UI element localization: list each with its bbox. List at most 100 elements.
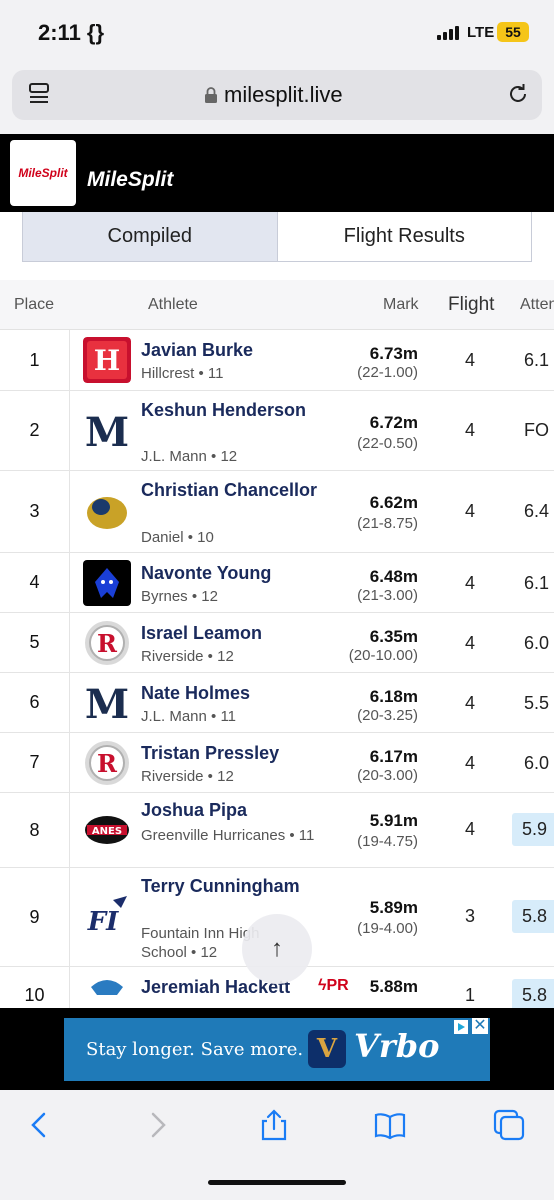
attempt-value: FO — [524, 420, 549, 440]
athlete-name[interactable]: Javian Burke — [141, 338, 341, 362]
athlete-school[interactable]: Hillcrest • 11 — [141, 364, 341, 383]
row-place: 8 — [0, 793, 70, 867]
home-indicator — [208, 1180, 346, 1185]
attempt-value: 6.1 — [524, 573, 550, 593]
table-row[interactable]: 2 M Keshun Henderson J.L. Mann • 12 6.72… — [0, 391, 554, 471]
table-row[interactable]: 5 R Israel Leamon Riverside • 12 6.35m (… — [0, 613, 554, 673]
header-mark[interactable]: Mark — [383, 296, 419, 314]
mark-meters: 6.17m — [369, 747, 418, 766]
athlete-name[interactable]: Nate Holmes — [141, 681, 341, 705]
adchoices-icon[interactable] — [454, 1020, 468, 1034]
athlete-school[interactable]: J.L. Mann • 11 — [141, 707, 341, 726]
header-attempt[interactable]: Atten — [520, 296, 554, 314]
svg-text:R: R — [97, 749, 118, 778]
athlete-name[interactable]: Terry Cunningham — [141, 874, 341, 898]
attempt-value: 6.0 — [524, 633, 550, 653]
battery-icon: 55 — [497, 22, 529, 42]
row-place: 5 — [0, 613, 70, 672]
athlete-school[interactable]: J.L. Mann • 12 — [141, 447, 341, 466]
mark-meters: 5.91m — [369, 811, 418, 830]
mark-meters: 6.35m — [369, 627, 418, 646]
results-content: Compiled Flight Results Place Athlete Ma… — [0, 212, 554, 1008]
table-row[interactable]: 3 Christian Chancellor Daniel • 10 6.62m… — [0, 471, 554, 553]
athlete-name[interactable]: Jeremiah Hackett — [141, 975, 341, 999]
athlete-school[interactable]: Riverside • 12 — [141, 767, 341, 786]
wildcats-logo — [83, 973, 131, 1008]
back-icon[interactable] — [22, 1108, 56, 1142]
jl-mann-logo: M — [83, 408, 131, 454]
vrbo-logo-icon: V — [308, 1030, 346, 1068]
mark-meters: 6.18m — [369, 687, 418, 706]
athlete-name[interactable]: Joshua Pipa — [141, 798, 341, 822]
reader-mode-icon[interactable] — [28, 82, 52, 108]
flight-number: 4 — [465, 420, 476, 440]
athlete-name[interactable]: Keshun Henderson — [141, 398, 341, 422]
attempt-value: 6.1 — [524, 350, 550, 370]
flight-number: 1 — [465, 985, 476, 1005]
flight-number: 4 — [465, 693, 476, 713]
tabs-icon[interactable] — [492, 1108, 526, 1142]
athlete-school[interactable]: Riverside • 12 — [141, 647, 341, 666]
mark-meters: 6.48m — [369, 567, 418, 586]
flight-number: 4 — [465, 501, 476, 521]
athlete-name[interactable]: Christian Chancellor — [141, 478, 341, 502]
ad-close-button[interactable]: ✕ — [472, 1018, 488, 1034]
mark-feet: (19-4.00) — [357, 920, 418, 937]
table-row[interactable]: 1 H Javian Burke Hillcrest • 11 6.73m (2… — [0, 330, 554, 391]
row-place: 10 — [0, 967, 70, 1008]
riverside-logo: R — [85, 741, 129, 785]
flight-number: 3 — [465, 906, 476, 926]
bookmarks-icon[interactable] — [373, 1108, 407, 1142]
hillcrest-logo: H — [83, 337, 131, 383]
athlete-name[interactable]: Navonte Young — [141, 561, 341, 585]
ad-container: Stay longer. Save more. V Vrbo ✕ — [0, 1008, 554, 1090]
table-row[interactable]: 8 ANES Joshua Pipa Greenville Hurricanes… — [0, 793, 554, 868]
mark-meters: 5.88m — [369, 977, 418, 996]
athlete-school[interactable]: Byrnes • 12 — [141, 587, 341, 606]
site-brand[interactable]: MileSplit — [87, 168, 173, 192]
lock-icon — [205, 87, 217, 103]
row-place: 4 — [0, 553, 70, 612]
athlete-name[interactable]: Tristan Pressley — [141, 741, 341, 765]
table-row[interactable]: 7 R Tristan Pressley Riverside • 12 6.17… — [0, 733, 554, 793]
ad-text: Stay longer. Save more. — [86, 1039, 304, 1060]
athlete-school[interactable]: Daniel • 10 — [141, 528, 341, 547]
greenville-logo: ANES — [83, 807, 131, 853]
flight-number: 4 — [465, 573, 476, 593]
share-icon[interactable] — [257, 1108, 291, 1142]
table-row[interactable]: 6 M Nate Holmes J.L. Mann • 11 6.18m (20… — [0, 673, 554, 733]
url-text[interactable]: milesplit.live — [224, 82, 343, 108]
jl-mann-logo: M — [83, 680, 131, 726]
scroll-to-top-button[interactable]: ↑ — [242, 914, 312, 984]
mark-feet: (21-3.00) — [357, 587, 418, 604]
attempt-value: 5.8 — [512, 900, 554, 933]
athlete-school[interactable]: Greenville Hurricanes • 11 — [141, 826, 341, 845]
athlete-name[interactable]: Israel Leamon — [141, 621, 341, 645]
mark-meters: 6.72m — [369, 413, 418, 432]
mark-feet: (22-1.00) — [357, 364, 418, 381]
riverside-logo: R — [85, 621, 129, 665]
table-row[interactable]: 4 Navonte Young Byrnes • 12 6.48m (21-3.… — [0, 553, 554, 613]
milesplit-logo[interactable]: MileSplit — [10, 140, 76, 206]
byrnes-logo — [83, 560, 131, 606]
svg-text:ANES: ANES — [92, 826, 122, 837]
arrow-up-icon: ↑ — [271, 935, 283, 962]
header-athlete[interactable]: Athlete — [148, 296, 198, 314]
address-bar[interactable]: milesplit.live — [12, 70, 542, 120]
header-flight[interactable]: Flight — [448, 294, 494, 316]
attempt-value: 6.0 — [524, 753, 550, 773]
status-time: 2:11 {} — [38, 20, 105, 45]
vrbo-ad-banner[interactable]: Stay longer. Save more. V Vrbo ✕ — [64, 1018, 490, 1081]
flight-number: 4 — [465, 633, 476, 653]
row-place: 3 — [0, 471, 70, 552]
tab-flight-results[interactable]: Flight Results — [278, 212, 532, 261]
row-place: 7 — [0, 733, 70, 792]
mark-feet: (21-8.75) — [357, 515, 418, 532]
mark-feet: (19-4.75) — [357, 833, 418, 850]
daniel-logo — [83, 489, 131, 535]
tab-compiled[interactable]: Compiled — [23, 212, 278, 261]
header-place[interactable]: Place — [14, 296, 54, 314]
forward-icon[interactable] — [141, 1108, 175, 1142]
reload-icon[interactable] — [506, 82, 530, 106]
mark-meters: 6.62m — [369, 493, 418, 512]
